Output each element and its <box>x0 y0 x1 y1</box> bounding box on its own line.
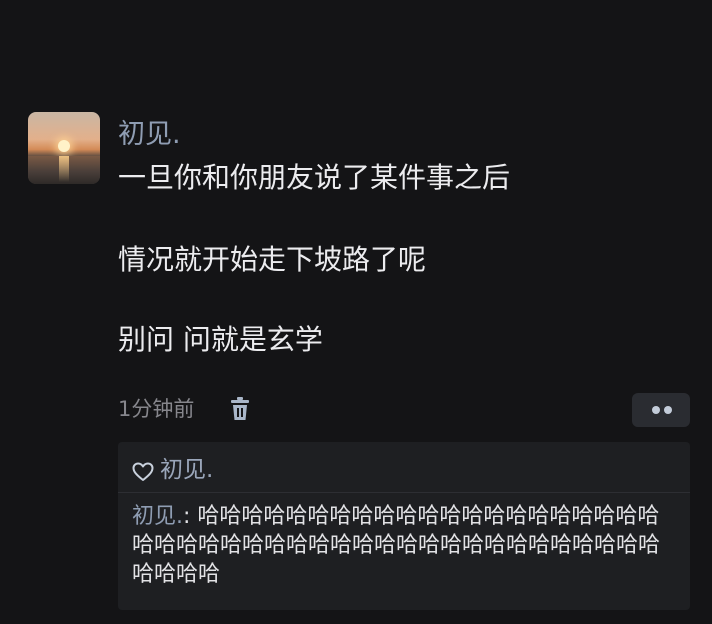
heart-icon[interactable] <box>132 460 154 481</box>
avatar-sun-reflection <box>59 156 69 182</box>
trash-icon[interactable] <box>228 396 252 422</box>
post-timestamp: 1分钟前 <box>118 397 195 421</box>
more-dots-icon-dot <box>664 406 672 414</box>
avatar[interactable] <box>28 112 100 184</box>
reply-author-name[interactable]: 初见. <box>132 504 183 529</box>
interaction-panel: 初见. 初见.: 哈哈哈哈哈哈哈哈哈哈哈哈哈哈哈哈哈哈哈哈哈哈哈哈哈哈哈哈哈哈哈… <box>118 442 690 610</box>
more-options-button[interactable] <box>632 393 690 427</box>
reply-item[interactable]: 初见.: 哈哈哈哈哈哈哈哈哈哈哈哈哈哈哈哈哈哈哈哈哈哈哈哈哈哈哈哈哈哈哈哈哈哈哈… <box>132 502 676 589</box>
post-card: 初见. 一旦你和你朋友说了某件事之后 情况就开始走下坡路了呢 别问 问就是玄学 … <box>0 0 712 624</box>
post-text-line: 一旦你和你朋友说了某件事之后 <box>118 161 511 194</box>
avatar-sun <box>58 140 70 152</box>
post-text-line: 别问 问就是玄学 <box>118 323 323 356</box>
reply-separator: : <box>183 504 198 529</box>
liker-name[interactable]: 初见. <box>160 455 213 485</box>
more-dots-icon <box>652 406 660 414</box>
reply-content: 哈哈哈哈哈哈哈哈哈哈哈哈哈哈哈哈哈哈哈哈哈哈哈哈哈哈哈哈哈哈哈哈哈哈哈哈哈哈哈哈… <box>132 504 661 587</box>
post-text-line: 情况就开始走下坡路了呢 <box>118 243 427 276</box>
post-author-name[interactable]: 初见. <box>118 118 181 152</box>
divider <box>118 492 690 493</box>
